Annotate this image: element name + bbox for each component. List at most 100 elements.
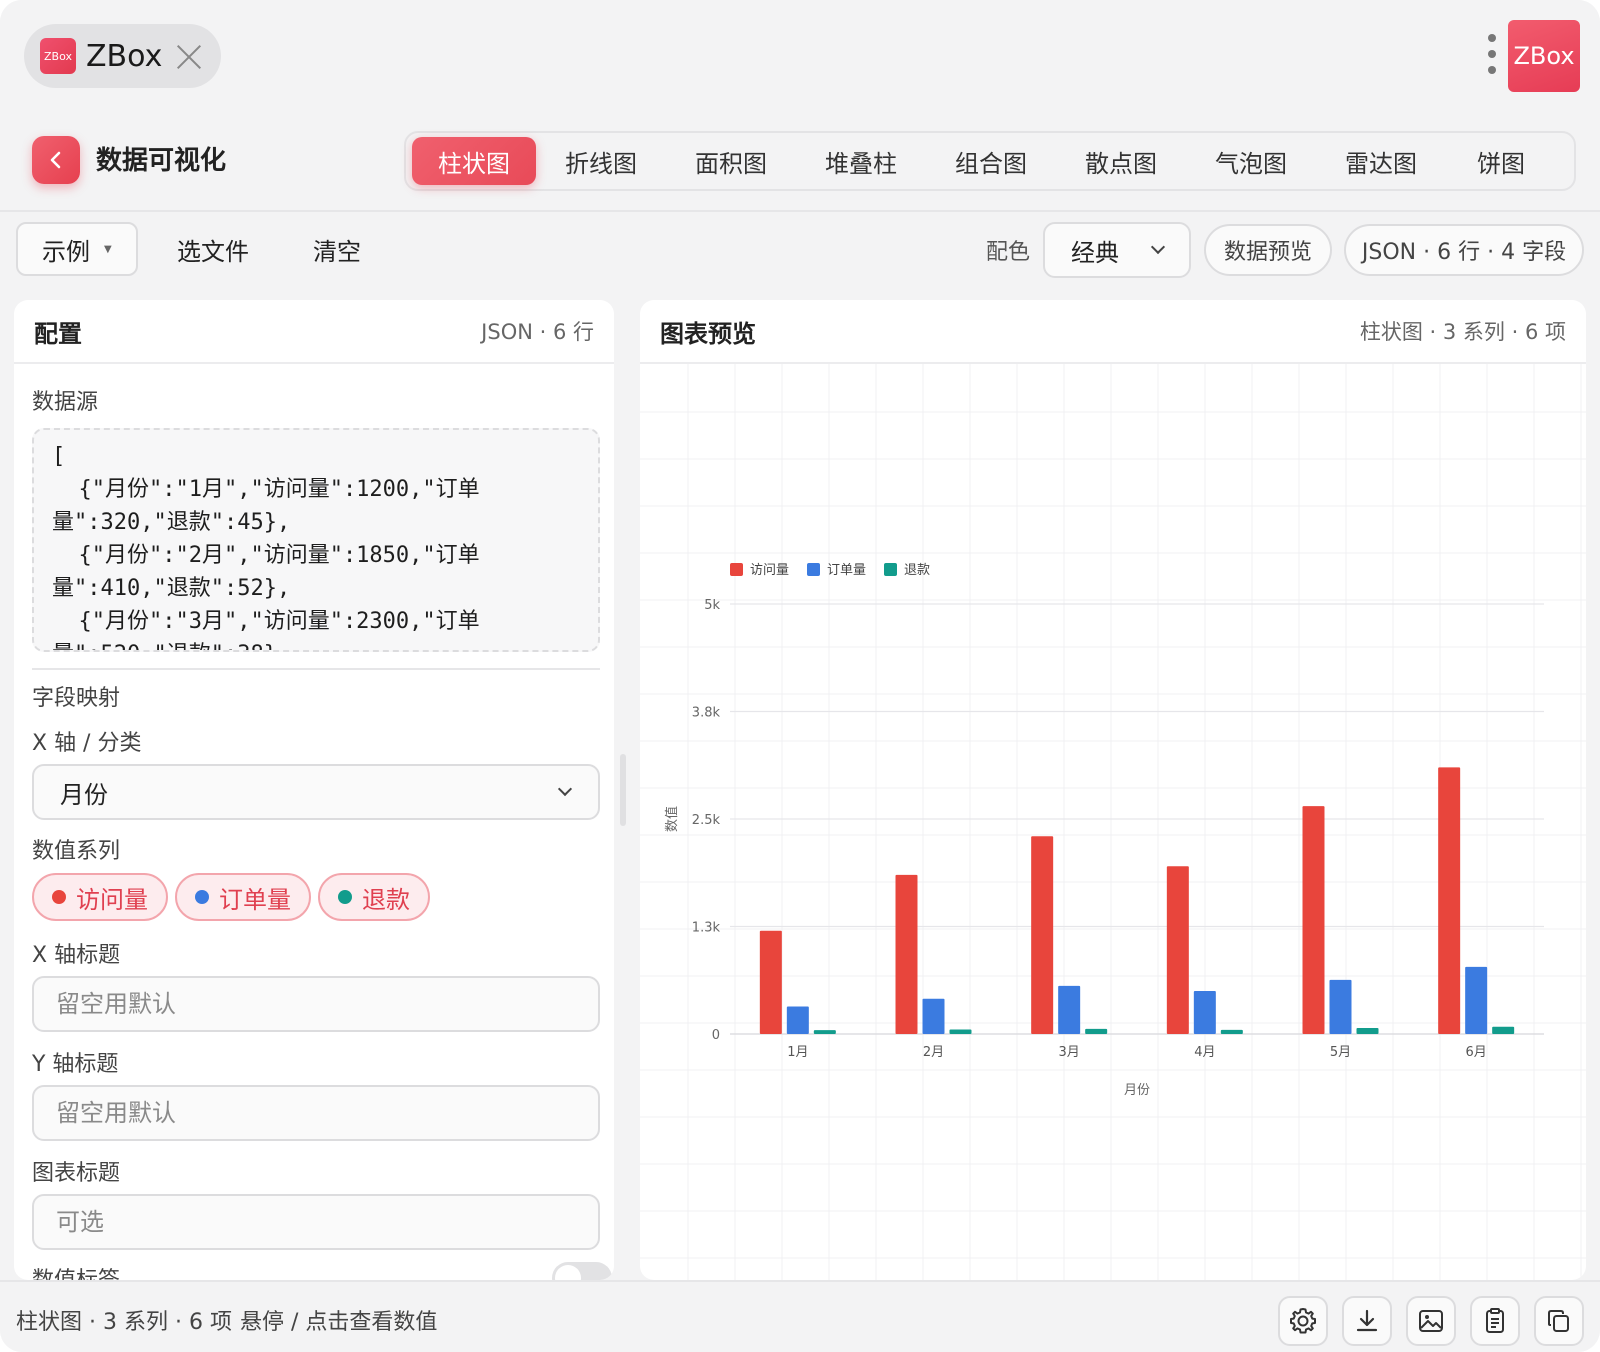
chart-title-input[interactable]	[32, 1194, 600, 1250]
y-axis-title: 数值	[664, 806, 680, 832]
data-info-badge[interactable]: JSON · 6 行 · 4 字段	[1344, 224, 1584, 276]
y-title-input[interactable]	[32, 1085, 600, 1141]
example-dropdown[interactable]: 示例 ▼	[16, 222, 138, 276]
bar	[1085, 1028, 1108, 1034]
bar	[813, 1030, 836, 1034]
preview-panel: 图表预览 柱状图 · 3 系列 · 6 项 0 1.3k 2.5k 3.8k 5k 数值 1…	[640, 300, 1586, 1280]
clear-button[interactable]: 清空	[313, 232, 361, 267]
back-button[interactable]	[32, 136, 80, 184]
mapping-label: 字段映射	[32, 686, 121, 711]
bar	[895, 874, 918, 1034]
bar	[759, 930, 782, 1034]
x-axis-select[interactable]: 月份	[32, 764, 600, 820]
bar	[1492, 1026, 1515, 1034]
preview-panel-header: 图表预览 柱状图 · 3 系列 · 6 项	[640, 300, 1586, 364]
app-tab-title: ZBox	[86, 38, 163, 74]
y-tick-label: 2.5k	[692, 813, 721, 828]
choose-file-button[interactable]: 选文件	[177, 232, 249, 267]
example-label: 示例	[42, 237, 90, 266]
status-summary: 柱状图 · 3 系列 · 6 项	[16, 1310, 232, 1335]
chip-label: 订单量	[219, 885, 291, 914]
palette-value: 经典	[1071, 238, 1119, 267]
bar	[1166, 866, 1189, 1034]
series-chip-refunds[interactable]: 退款	[318, 873, 430, 921]
bar	[1356, 1027, 1379, 1034]
close-icon[interactable]	[176, 43, 202, 69]
datasource-label: 数据源	[32, 390, 99, 415]
copy-icon	[1548, 1310, 1569, 1332]
x-tick-label: 2月	[923, 1045, 944, 1060]
y-tick-label: 5k	[704, 598, 720, 613]
app-window: ZBox ZBox ZBox 数据可视化 柱状图 折线图 面积图 堆叠柱 组合图…	[0, 0, 1600, 1352]
x-axis-label: X 轴 / 分类	[32, 731, 142, 756]
x-tick-label: 3月	[1059, 1045, 1080, 1060]
tab-scatter[interactable]: 散点图	[1056, 137, 1186, 185]
page-title: 数据可视化	[96, 146, 227, 176]
legend-swatch	[807, 563, 820, 576]
x-axis-value: 月份	[60, 780, 108, 809]
config-panel: 配置 JSON · 6 行 数据源 [ {"月份":"1月","访问量":120…	[14, 300, 614, 1280]
panel-resize-handle[interactable]	[620, 754, 626, 826]
download-icon	[1356, 1309, 1378, 1332]
data-preview-button[interactable]: 数据预览	[1204, 224, 1332, 276]
bar	[922, 998, 945, 1034]
config-panel-header: 配置 JSON · 6 行	[14, 300, 614, 364]
y-tick-label: 0	[712, 1028, 720, 1043]
json-editor[interactable]: [ {"月份":"1月","访问量":1200,"订单 量":320,"退款":…	[32, 428, 600, 652]
tab-stacked[interactable]: 堆叠柱	[796, 137, 926, 185]
bar	[1329, 979, 1352, 1034]
series-color-dot	[338, 890, 352, 904]
tab-pie[interactable]: 饼图	[1446, 137, 1556, 185]
bar-chart[interactable]: 0 1.3k 2.5k 3.8k 5k 数值 1月 2月 3月 4月 5月 6月月份 访问量 订单量 退款	[640, 364, 1586, 1280]
bar	[1438, 767, 1461, 1034]
bar	[949, 1029, 972, 1034]
chart-title-label: 图表标题	[32, 1161, 121, 1186]
value-labels-toggle[interactable]	[552, 1262, 612, 1280]
preview-title: 图表预览	[660, 319, 756, 348]
x-tick-label: 1月	[787, 1045, 808, 1060]
series-chip-visits[interactable]: 访问量	[32, 873, 168, 921]
download-button[interactable]	[1342, 1296, 1392, 1346]
tab-bar[interactable]: 柱状图	[412, 137, 536, 185]
settings-button[interactable]	[1278, 1296, 1328, 1346]
clipboard-button[interactable]	[1470, 1296, 1520, 1346]
series-label: 数值系列	[32, 839, 121, 864]
palette-label: 配色	[986, 240, 1031, 265]
series-color-dot	[195, 890, 209, 904]
x-axis-title: 月份	[1124, 1083, 1150, 1098]
brand-logo: ZBox	[1508, 20, 1580, 92]
bar	[1058, 985, 1081, 1034]
chip-label: 退款	[362, 885, 410, 914]
tab-area[interactable]: 面积图	[666, 137, 796, 185]
tab-combo[interactable]: 组合图	[926, 137, 1056, 185]
y-tick-label: 3.8k	[692, 706, 721, 721]
legend-label: 订单量	[827, 563, 866, 578]
tab-radar[interactable]: 雷达图	[1316, 137, 1446, 185]
y-title-label: Y 轴标题	[32, 1052, 119, 1077]
x-title-label: X 轴标题	[32, 943, 121, 968]
copy-button[interactable]	[1534, 1296, 1584, 1346]
bar	[1220, 1029, 1243, 1034]
app-logo: ZBox	[40, 38, 76, 74]
bar	[1031, 836, 1054, 1034]
chevron-down-icon	[1150, 239, 1166, 255]
preview-meta: 柱状图 · 3 系列 · 6 项	[1359, 320, 1566, 344]
tab-bubble[interactable]: 气泡图	[1186, 137, 1316, 185]
export-image-button[interactable]	[1406, 1296, 1456, 1346]
kebab-menu-icon[interactable]	[1484, 34, 1500, 76]
image-icon	[1419, 1310, 1443, 1332]
divider	[32, 668, 600, 670]
series-chip-orders[interactable]: 订单量	[175, 873, 311, 921]
tab-line[interactable]: 折线图	[536, 137, 666, 185]
x-title-input[interactable]	[32, 976, 600, 1032]
config-title: 配置	[34, 319, 82, 348]
chip-label: 访问量	[76, 885, 148, 914]
x-tick-label: 6月	[1466, 1045, 1487, 1060]
app-tab[interactable]: ZBox ZBox	[24, 24, 221, 88]
x-tick-label: 4月	[1194, 1045, 1215, 1060]
chevron-left-icon	[50, 151, 61, 169]
legend-swatch	[884, 563, 897, 576]
bar	[1465, 966, 1488, 1034]
gear-icon	[1290, 1308, 1316, 1334]
palette-select[interactable]: 经典	[1043, 222, 1191, 278]
